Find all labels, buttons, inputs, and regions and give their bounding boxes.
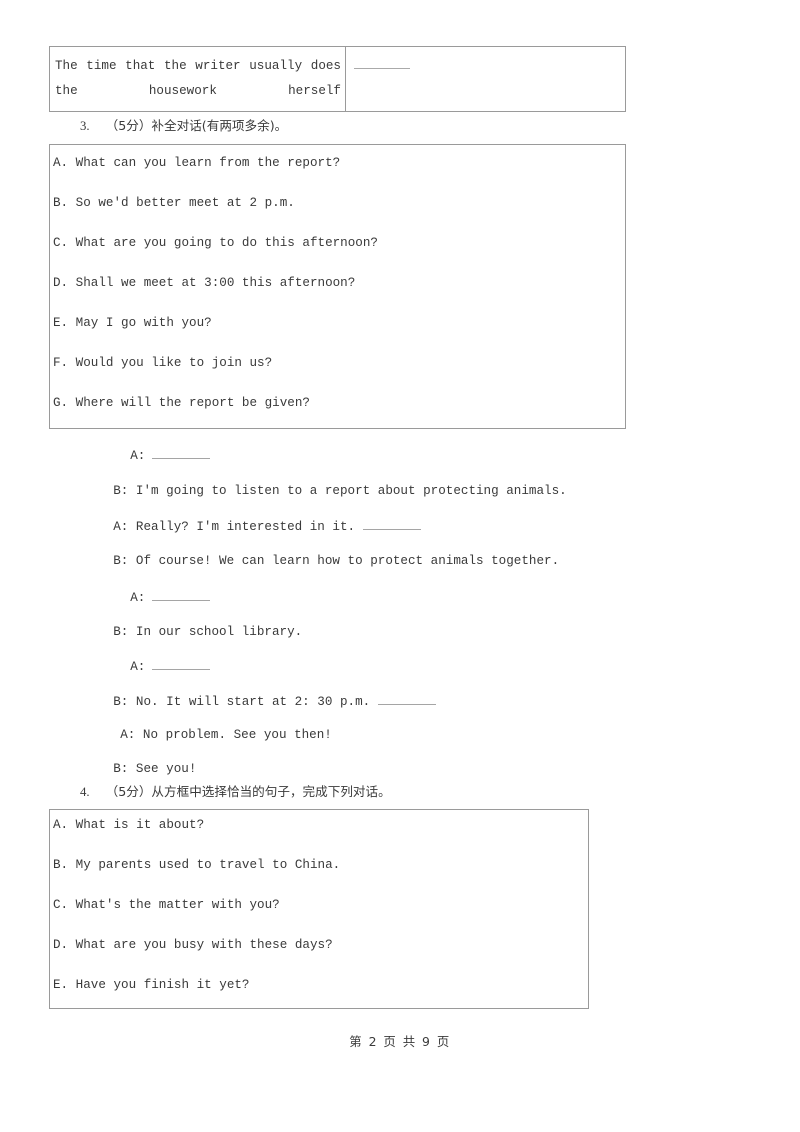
question-3-heading-text: （5分）补全对话(有两项多余)。	[105, 118, 288, 133]
dialogue-text: No problem. See you then!	[135, 728, 332, 742]
dialogue-text: No. It will start at 2: 30 p.m.	[128, 695, 378, 709]
option-item: G. Where will the report be given?	[53, 396, 310, 410]
question-3-number: 3.	[80, 119, 90, 133]
dialogue-blank[interactable]	[377, 694, 436, 705]
option-item: B. So we'd better meet at 2 p.m.	[53, 196, 295, 210]
dialogue-speaker: B:	[113, 762, 129, 776]
question-3-options-box: A. What can you learn from the report? B…	[49, 144, 626, 429]
option-item: F. Would you like to join us?	[53, 356, 273, 370]
dialogue-speaker: B:	[113, 554, 129, 568]
dialogue-speaker: A:	[113, 520, 129, 534]
question-4-number: 4.	[80, 785, 90, 799]
dialogue-text: In our school library.	[128, 625, 303, 639]
dialogue-text: See you!	[128, 762, 197, 776]
dialogue-blank[interactable]	[152, 590, 211, 601]
option-item: A. What is it about?	[53, 818, 205, 832]
top-table-question-cell: The time that the writer usually does th…	[50, 47, 346, 111]
dialogue-speaker: B:	[113, 625, 129, 639]
dialogue-blank[interactable]	[152, 659, 211, 670]
dialogue-speaker: B:	[113, 484, 129, 498]
top-answer-table: The time that the writer usually does th…	[49, 46, 626, 112]
question-4-heading: 4. （5分）从方框中选择恰当的句子，完成下列对话。	[80, 781, 391, 800]
top-table-answer-cell[interactable]	[346, 47, 625, 111]
dialogue-text: Of course! We can learn how to protect a…	[128, 554, 560, 568]
option-item: D. What are you busy with these days?	[53, 938, 333, 952]
option-item: E. May I go with you?	[53, 316, 212, 330]
dialogue-text: I'm going to listen to a report about pr…	[128, 484, 567, 498]
question-4-options-box: A. What is it about? B. My parents used …	[49, 809, 589, 1009]
top-table-question-text: The time that the writer usually does th…	[55, 59, 341, 98]
dialogue-speaker: A:	[130, 591, 146, 605]
question-3-heading: 3. （5分）补全对话(有两项多余)。	[80, 115, 287, 134]
dialogue-speaker: A:	[130, 449, 146, 463]
option-item: C. What's the matter with you?	[53, 898, 280, 912]
dialogue-blank[interactable]	[152, 448, 211, 459]
option-item: B. My parents used to travel to China.	[53, 858, 341, 872]
page-footer: 第 2 页 共 9 页	[349, 1034, 451, 1049]
dialogue-speaker: A:	[120, 728, 136, 742]
answer-blank-line[interactable]	[354, 57, 410, 69]
option-item: E. Have you finish it yet?	[53, 978, 250, 992]
option-item: C. What are you going to do this afterno…	[53, 236, 378, 250]
document-page: The time that the writer usually does th…	[0, 0, 800, 1132]
dialogue-speaker: A:	[130, 660, 146, 674]
question-4-heading-text: （5分）从方框中选择恰当的句子，完成下列对话。	[105, 784, 391, 799]
option-item: D. Shall we meet at 3:00 this afternoon?	[53, 276, 356, 290]
dialogue-text: Really? I'm interested in it.	[128, 520, 363, 534]
dialogue-speaker: B:	[113, 695, 129, 709]
dialogue-blank[interactable]	[362, 519, 421, 530]
option-item: A. What can you learn from the report?	[53, 156, 341, 170]
